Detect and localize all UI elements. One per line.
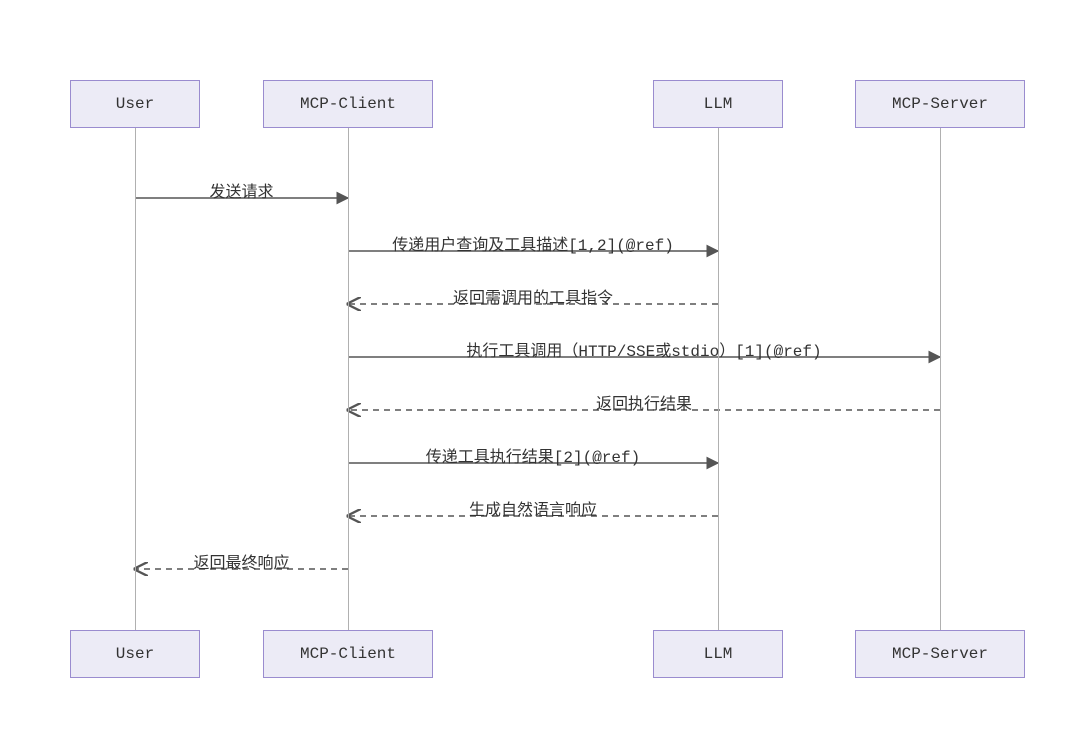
- participant-llm-top: LLM: [653, 80, 783, 128]
- message-label-0: 发送请求: [209, 178, 273, 202]
- message-label-2: 返回需调用的工具指令: [453, 284, 613, 308]
- lifeline-llm: [718, 128, 719, 630]
- participant-user-top: User: [70, 80, 200, 128]
- message-label-1: 传递用户查询及工具描述[1,2](@ref): [392, 231, 674, 255]
- participant-user-bottom: User: [70, 630, 200, 678]
- lifeline-user: [135, 128, 136, 630]
- participant-server-top: MCP-Server: [855, 80, 1025, 128]
- participant-client-top: MCP-Client: [263, 80, 433, 128]
- lifeline-server: [940, 128, 941, 630]
- participant-server-bottom: MCP-Server: [855, 630, 1025, 678]
- sequence-diagram: User User MCP-Client MCP-Client LLM LLM MCP-Se…: [0, 0, 1080, 752]
- lifeline-client: [348, 128, 349, 630]
- message-label-6: 生成自然语言响应: [469, 496, 597, 520]
- participant-client-bottom: MCP-Client: [263, 630, 433, 678]
- message-label-5: 传递工具执行结果[2](@ref): [426, 443, 640, 467]
- message-label-4: 返回执行结果: [596, 390, 692, 414]
- message-label-3: 执行工具调用（HTTP/SSE或stdio）[1](@ref): [466, 337, 821, 361]
- message-label-7: 返回最终响应: [193, 549, 289, 573]
- participant-llm-bottom: LLM: [653, 630, 783, 678]
